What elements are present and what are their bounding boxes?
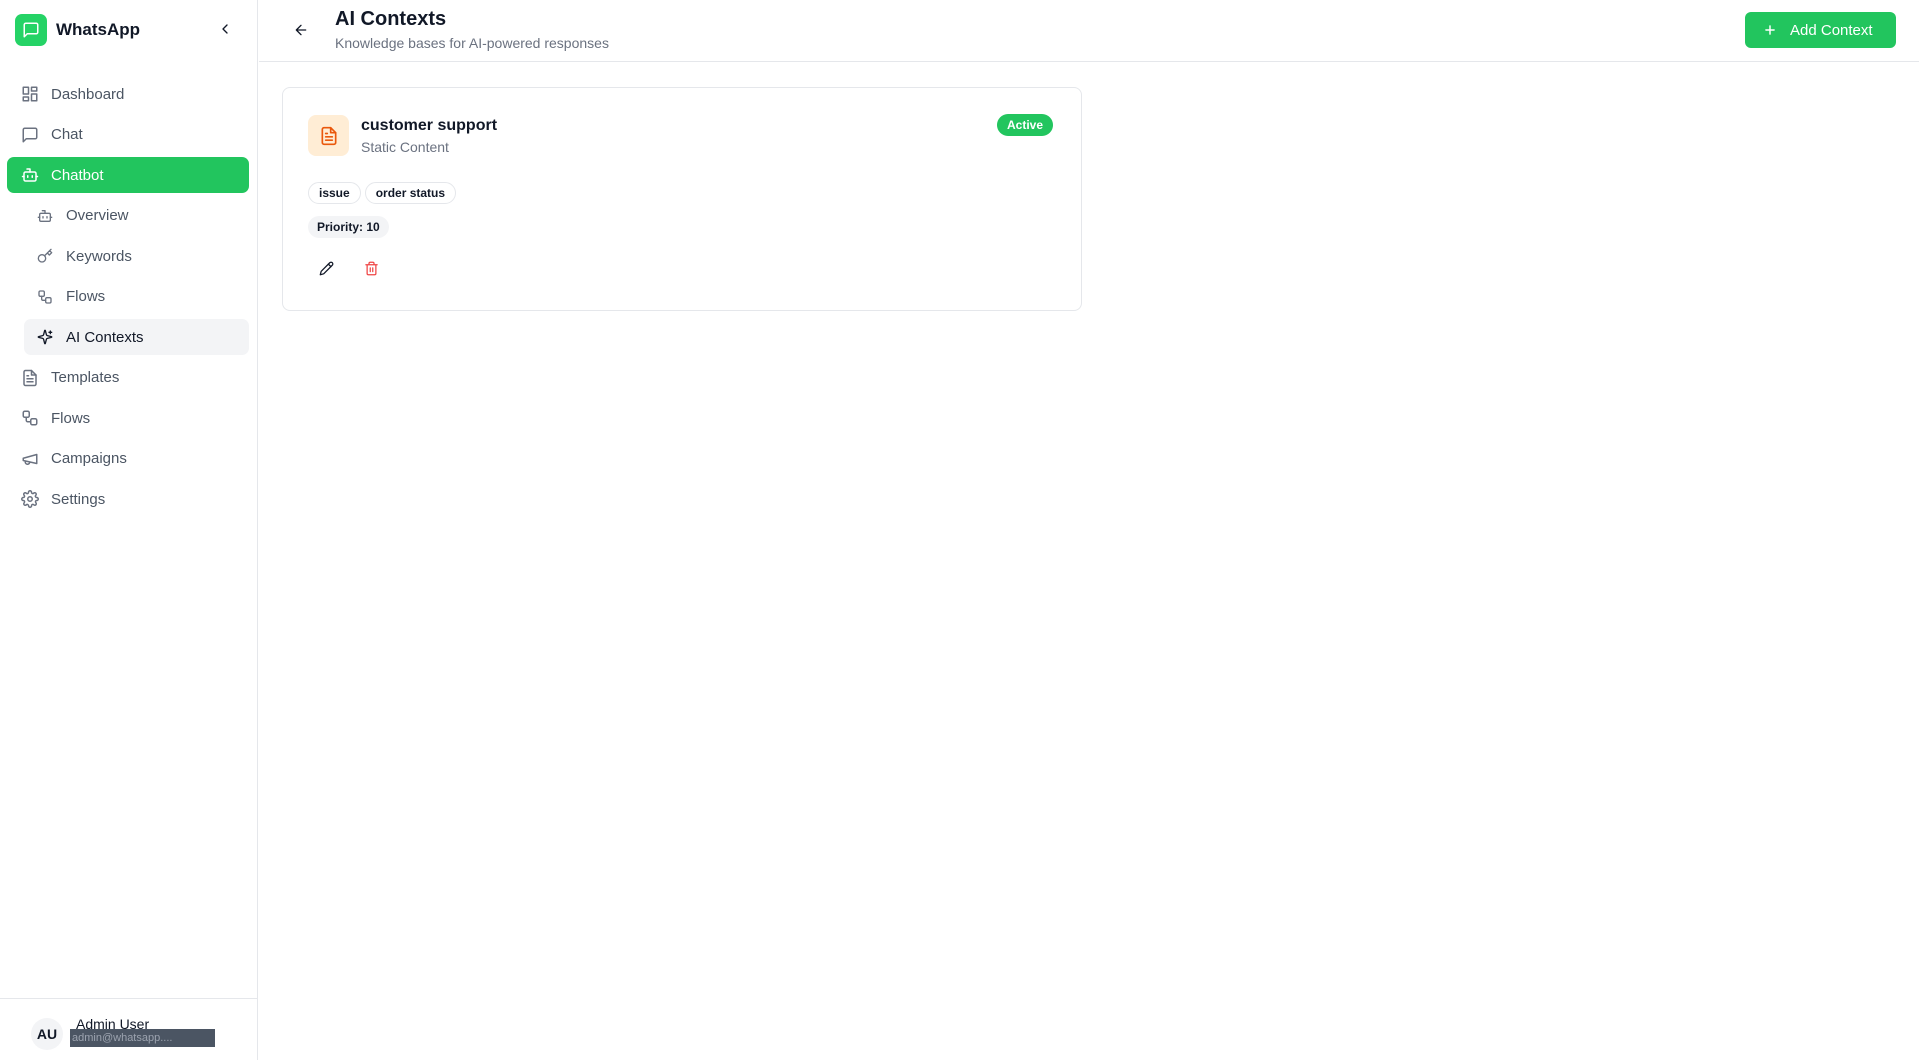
sidebar-subitem-label: AI Contexts	[66, 328, 144, 346]
back-button[interactable]	[289, 18, 313, 42]
app-name: WhatsApp	[56, 20, 141, 39]
sidebar-item-chat[interactable]: Chat	[7, 117, 249, 153]
chat-icon	[20, 125, 40, 145]
sidebar: WhatsApp Dashboard Chat Chatbot Overview…	[0, 0, 258, 1060]
sidebar-item-flows[interactable]: Flows	[7, 400, 249, 436]
context-tags: issue order status	[308, 182, 460, 204]
sidebar-subitem-keywords[interactable]: Keywords	[24, 238, 249, 274]
collapse-sidebar-button[interactable]	[213, 17, 237, 41]
sidebar-item-label: Chatbot	[51, 166, 104, 184]
pencil-icon	[319, 261, 333, 275]
sidebar-subitem-label: Keywords	[66, 247, 132, 265]
main-nav: Dashboard Chat Chatbot Overview Keywords	[7, 76, 249, 522]
context-type: Static Content	[361, 139, 449, 155]
user-email: admin@whatsapp....	[70, 1029, 215, 1047]
bot-icon	[20, 165, 40, 185]
key-icon	[36, 247, 54, 265]
edit-button[interactable]	[316, 258, 336, 278]
trash-icon	[364, 261, 378, 275]
sidebar-subitem-flows[interactable]: Flows	[24, 279, 249, 315]
sidebar-item-label: Chat	[51, 126, 83, 143]
chevron-left-icon	[222, 24, 228, 34]
page-subtitle: Knowledge bases for AI-powered responses	[335, 35, 609, 51]
avatar: AU	[31, 1018, 63, 1050]
sidebar-subitem-label: Overview	[66, 207, 129, 224]
file-text-icon	[308, 115, 349, 156]
gear-icon	[20, 489, 40, 509]
sidebar-item-label: Flows	[51, 409, 91, 427]
arrow-left-icon	[295, 24, 307, 36]
sidebar-subitem-overview[interactable]: Overview	[24, 198, 249, 234]
plus-icon	[1763, 23, 1777, 37]
delete-button[interactable]	[361, 258, 381, 278]
context-card: customer support Static Content Active i…	[282, 87, 1082, 311]
bot-icon	[36, 207, 54, 225]
sidebar-subitem-label: Flows	[66, 288, 106, 305]
tag-badge: issue	[308, 182, 361, 204]
sidebar-item-campaigns[interactable]: Campaigns	[7, 441, 249, 477]
user-profile[interactable]: AU Admin User admin@whatsapp....	[0, 998, 258, 1060]
dashboard-icon	[20, 84, 40, 104]
sidebar-item-label: Settings	[51, 490, 106, 508]
sidebar-item-templates[interactable]: Templates	[7, 360, 249, 396]
tag-badge: order status	[364, 182, 457, 204]
workflow-icon	[36, 288, 54, 306]
add-context-button[interactable]: Add Context	[1745, 12, 1896, 48]
page-title: AI Contexts	[335, 8, 447, 30]
sidebar-item-settings[interactable]: Settings	[7, 481, 249, 517]
sidebar-item-label: Dashboard	[51, 85, 125, 103]
sidebar-item-label: Templates	[51, 369, 120, 386]
sidebar-item-dashboard[interactable]: Dashboard	[7, 76, 249, 112]
priority-badge: Priority: 10	[308, 216, 389, 238]
add-context-label: Add Context	[1790, 21, 1873, 39]
sparkles-icon	[36, 328, 54, 346]
megaphone-icon	[20, 449, 40, 469]
page-header: AI Contexts Knowledge bases for AI-power…	[259, 0, 1919, 62]
whatsapp-logo-icon	[15, 14, 47, 46]
file-text-icon	[20, 368, 40, 388]
sidebar-item-chatbot[interactable]: Chatbot	[7, 157, 249, 193]
workflow-icon	[20, 408, 40, 428]
status-badge: Active	[997, 114, 1054, 136]
sidebar-item-label: Campaigns	[51, 450, 127, 467]
context-title: customer support	[361, 117, 498, 134]
brand[interactable]: WhatsApp	[15, 14, 140, 46]
sidebar-subitem-ai-contexts[interactable]: AI Contexts	[24, 319, 249, 355]
